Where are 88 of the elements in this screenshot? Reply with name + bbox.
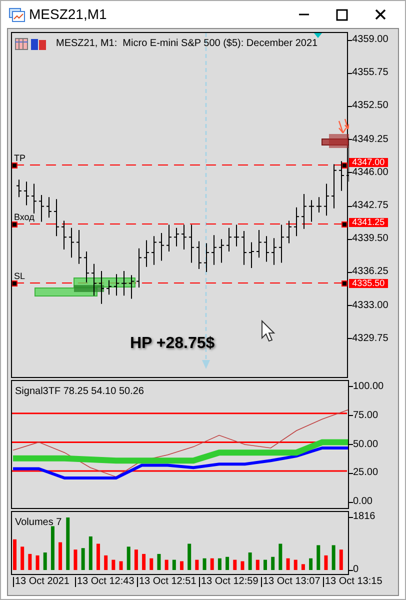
- volume-bar: [164, 560, 168, 570]
- level-label: TP: [14, 154, 26, 163]
- volume-bar: [157, 554, 161, 570]
- price-axis-label: 4336.25: [352, 267, 388, 278]
- volume-bar: [134, 550, 138, 570]
- volume-bar: [202, 558, 206, 570]
- table-icon: [15, 38, 28, 50]
- price-axis-label: 4359.00: [352, 35, 388, 45]
- marker-icon: [314, 33, 322, 38]
- indicator-axis-label: 75.00: [353, 410, 378, 421]
- volume-bar: [50, 526, 54, 570]
- volume-bar: [126, 546, 130, 570]
- time-axis-label: 13 Oct 12:43: [75, 577, 134, 587]
- volume-label: Volumes 7: [15, 516, 62, 530]
- volume-bar: [28, 554, 32, 570]
- crosshair-marker-icon: [202, 360, 210, 369]
- indicator-axis-label: 50.00: [353, 440, 378, 450]
- volume-bar: [240, 561, 244, 570]
- bookmark-icon: [31, 38, 47, 50]
- time-axis-label: 13 Oct 12:51: [137, 577, 196, 587]
- price-axis-label: 4349.25: [352, 134, 388, 145]
- profit-text: HP +28.75$: [130, 334, 215, 354]
- volume-bar: [309, 558, 313, 570]
- volume-bar: [13, 539, 16, 570]
- price-axis-label: 4333.00: [352, 300, 388, 311]
- price-tag: 4341.25: [349, 218, 388, 227]
- volume-bar: [271, 556, 275, 570]
- time-axis-label: 13 Oct 13:07: [261, 577, 320, 587]
- volume-bar: [332, 545, 336, 570]
- indicator-axis-label: 0.00: [353, 497, 372, 508]
- volume-bar: [278, 544, 282, 570]
- volume-bar: [96, 544, 100, 570]
- volume-bar: [226, 556, 230, 570]
- volume-bar: [248, 552, 252, 570]
- price-axis-label: 4355.75: [352, 68, 388, 78]
- volume-bar: [339, 550, 343, 570]
- indicator-axis-label: 100.00: [353, 382, 384, 392]
- volume-bar: [324, 555, 328, 570]
- close-icon: [374, 9, 386, 20]
- price-axis-label: 4339.50: [352, 234, 388, 244]
- price-axis-label: 4352.50: [352, 101, 388, 112]
- volume-bar: [36, 555, 40, 570]
- volume-bar: [210, 558, 214, 570]
- time-axis-label: 13 Oct 2021: [13, 577, 70, 587]
- volume-bar: [43, 552, 47, 570]
- price-axis-label: 4346.00: [352, 168, 388, 178]
- volume-bar: [81, 548, 85, 570]
- volume-bar: [104, 555, 108, 570]
- volume-bar: [233, 560, 237, 570]
- volume-bar: [172, 560, 176, 570]
- volume-bar: [188, 544, 192, 570]
- indicator-label: Signal3TF 78.25 54.10 50.26: [15, 385, 144, 399]
- level-label: Вход: [14, 213, 34, 222]
- volume-bar: [264, 560, 267, 570]
- volume-bar: [150, 558, 154, 570]
- time-axis-label: 13 Oct 12:59: [199, 577, 258, 587]
- window-title: MESZ21,M1: [29, 5, 107, 24]
- volume-bar: [20, 546, 24, 570]
- volume-bar: [74, 550, 78, 570]
- volume-bar: [195, 560, 199, 570]
- price-tag: 4347.00: [349, 158, 388, 167]
- volume-bar: [112, 560, 116, 570]
- indicator-axis-label: 25.00: [353, 468, 378, 478]
- minimize-icon: [299, 13, 309, 16]
- price-tag: 4335.50: [349, 279, 388, 288]
- arrow-icon: [338, 118, 349, 134]
- volume-bar: [88, 536, 92, 570]
- price-axis-label: 4329.75: [352, 334, 388, 344]
- mouse-cursor-icon: [262, 320, 276, 342]
- volume-bar: [66, 517, 70, 570]
- volume-bar: [294, 560, 298, 570]
- chart-window-icon: [9, 8, 25, 22]
- volume-bar: [142, 554, 146, 570]
- volume-bar: [119, 561, 123, 570]
- volume-bar: [180, 561, 184, 570]
- volume-axis-label: 1816: [353, 512, 376, 522]
- level-label: SL: [14, 272, 26, 281]
- volume-bar: [316, 545, 320, 570]
- chart-header: MESZ21, M1: Micro E-mini S&P 500 ($5): December 2021: [56, 37, 318, 51]
- time-axis-label: 13 Oct 13:15: [323, 577, 382, 587]
- volume-bar: [218, 558, 222, 570]
- volume-axis-label: 0: [353, 565, 359, 575]
- volume-bar: [256, 560, 260, 570]
- maximize-icon: [336, 8, 348, 20]
- volume-bar: [286, 558, 290, 570]
- volume-bar: [301, 564, 305, 570]
- price-axis-label: 4342.75: [352, 201, 388, 211]
- volume-bar: [58, 542, 62, 570]
